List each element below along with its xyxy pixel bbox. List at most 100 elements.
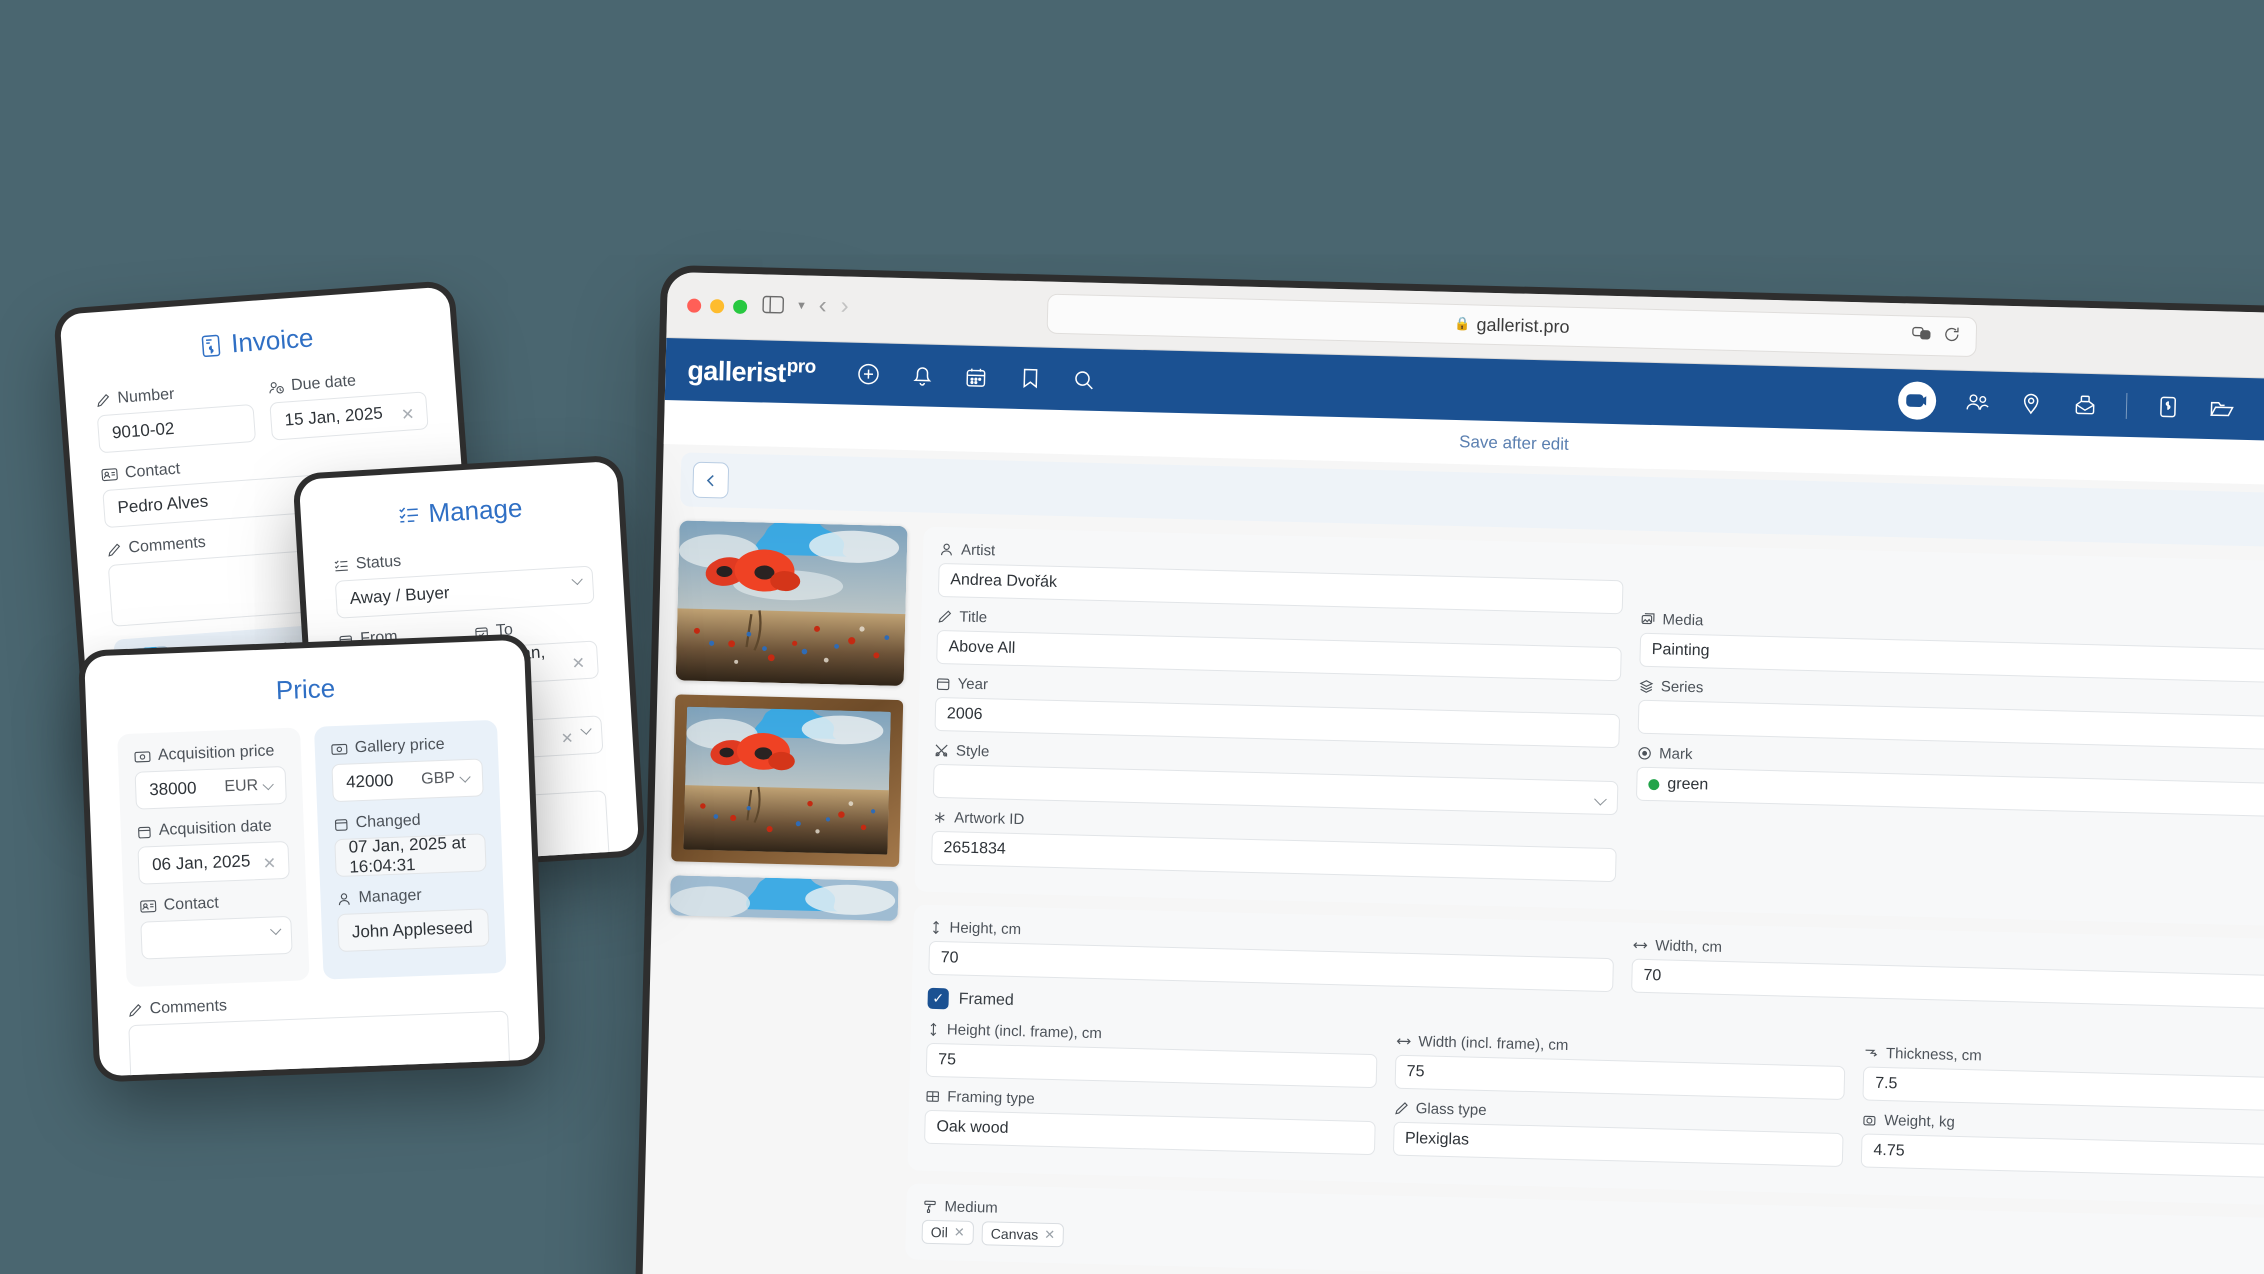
price-card-title: Price: [115, 667, 496, 713]
currency-label: GBP: [420, 769, 456, 788]
label-manage-to: To: [474, 616, 597, 641]
medium-tag[interactable]: Canvas ✕: [981, 1221, 1065, 1248]
calendar-icon[interactable]: [963, 364, 990, 391]
invoice-card-title: Invoice: [91, 314, 422, 369]
input-acquisition-date[interactable]: 06 Jan, 2025 ✕: [137, 840, 290, 885]
invoice-icon: [201, 334, 221, 357]
label-height-frame-text: Height (incl. frame), cm: [946, 1021, 1103, 1043]
browser-window: ▾ ‹ › 🔒 gallerist.pro galleristpro Save …: [640, 272, 2264, 1274]
input-title-value: Above All: [948, 638, 1016, 657]
clear-icon[interactable]: ✕: [262, 853, 276, 873]
close-window-button[interactable]: [686, 298, 702, 313]
input-width-frame[interactable]: 75: [1394, 1054, 1846, 1101]
chevron-down-icon[interactable]: [571, 573, 583, 586]
input-glass-type[interactable]: Plexiglas: [1392, 1121, 1844, 1168]
checklist-icon: [334, 560, 348, 572]
thickness-icon: [1865, 1049, 1878, 1057]
poppy-painting-partial: [669, 875, 899, 921]
input-price-contact[interactable]: [140, 915, 293, 960]
chevron-down-icon[interactable]: [270, 923, 282, 936]
address-bar-url: gallerist.pro: [1476, 313, 1570, 337]
field-price-manager: Manager John Appleseed: [336, 884, 490, 953]
medium-tag[interactable]: Oil ✕: [921, 1219, 975, 1246]
clear-icon[interactable]: ✕: [400, 404, 416, 425]
browser-controls: ▾ ‹ ›: [762, 292, 849, 320]
style-icon: [935, 744, 948, 757]
browser-back-button[interactable]: ‹: [818, 292, 827, 319]
field-mark: Mark green: [1635, 745, 2264, 818]
checkbox-framed-label: Framed: [958, 990, 1015, 1009]
field-price-gallery-price: Gallery price 42000 GBP: [330, 734, 484, 803]
contact-chevron[interactable]: [270, 923, 282, 936]
reload-icon[interactable]: [1944, 326, 1961, 347]
calendar-check-icon: [475, 626, 489, 639]
label-price-comments-text: Comments: [149, 997, 228, 1018]
input-invoice-due-date[interactable]: 15 Jan, 2025 ✕: [269, 391, 429, 441]
address-bar[interactable]: 🔒 gallerist.pro: [1046, 293, 1978, 358]
maximize-window-button[interactable]: [732, 299, 748, 315]
price-gallery-group: Gallery price 42000 GBP Changed 07 Jan, …: [313, 719, 507, 980]
document-icon[interactable]: [2155, 394, 2182, 421]
clear-icon[interactable]: ✕: [571, 653, 586, 674]
input-height-frame[interactable]: 75: [925, 1042, 1378, 1089]
pencil-icon: [1394, 1102, 1408, 1115]
minimize-window-button[interactable]: [709, 299, 725, 314]
artwork-icon[interactable]: [1897, 381, 1937, 421]
browser-forward-button[interactable]: ›: [840, 292, 849, 319]
input-height-value: 70: [940, 949, 959, 967]
location-icon[interactable]: [2018, 390, 2045, 417]
extension-icon[interactable]: [1912, 325, 1933, 346]
input-price-changed-value: 07 Jan, 2025 at 16:04:31: [348, 833, 467, 877]
input-manage-status[interactable]: Away / Buyer: [334, 565, 595, 619]
field-year: Year 2006: [934, 675, 1621, 749]
input-weight[interactable]: 4.75: [1861, 1133, 2264, 1179]
artwork-image-third[interactable]: [669, 875, 899, 921]
artwork-image-framed[interactable]: [671, 694, 904, 867]
input-acquisition-date-value: 06 Jan, 2025: [151, 851, 251, 875]
bookmark-icon[interactable]: [1017, 365, 1044, 392]
chevron-down-icon[interactable]: ▾: [798, 297, 805, 313]
bell-icon[interactable]: [909, 362, 936, 389]
currency-selector[interactable]: GBP: [420, 769, 471, 789]
input-invoice-number[interactable]: 9010-02: [96, 403, 257, 454]
search-icon[interactable]: [1071, 366, 1098, 393]
input-acquisition-price-value: 38000: [148, 778, 197, 800]
remove-tag-icon[interactable]: ✕: [1044, 1227, 1055, 1243]
width-icon: [1633, 942, 1648, 949]
poppy-painting: [675, 520, 908, 687]
remove-tag-icon[interactable]: ✕: [954, 1225, 965, 1241]
label-media-text: Media: [1662, 611, 1704, 630]
input-thickness[interactable]: 7.5: [1862, 1066, 2264, 1112]
app-logo[interactable]: galleristpro: [687, 353, 816, 389]
label-acquisition-date-text: Acquisition date: [158, 817, 273, 839]
input-framing-type[interactable]: Oak wood: [924, 1109, 1376, 1156]
chevron-down-icon[interactable]: [459, 770, 471, 783]
input-price-gallery-price[interactable]: 42000 GBP: [331, 758, 484, 803]
input-framing-type-value: Oak wood: [936, 1118, 1009, 1137]
checkbox-framed-box[interactable]: ✓: [927, 987, 949, 1010]
contacts-icon[interactable]: [1964, 389, 1991, 416]
back-button[interactable]: [692, 461, 730, 499]
chevron-down-icon[interactable]: [580, 723, 592, 735]
input-price-comments[interactable]: [128, 1010, 511, 1077]
plus-circle-icon[interactable]: [855, 361, 882, 388]
label-artist-text: Artist: [960, 541, 996, 560]
input-year-value: 2006: [946, 705, 983, 724]
calendar-icon: [138, 826, 151, 838]
folder-icon[interactable]: [2209, 395, 2236, 422]
input-weight-value: 4.75: [1873, 1141, 1905, 1160]
inbox-icon[interactable]: [2072, 392, 2099, 419]
input-thickness-value: 7.5: [1874, 1074, 1898, 1093]
pencil-icon: [938, 610, 952, 623]
artwork-image-unframed[interactable]: [675, 520, 908, 687]
nav-section-links: [1897, 381, 2264, 430]
clear-icon[interactable]: ✕: [560, 729, 574, 748]
label-price-gallery-price-text: Gallery price: [354, 735, 445, 757]
status-chevron[interactable]: [571, 573, 583, 586]
mark-color-dot: [1648, 778, 1660, 790]
chevron-down-icon[interactable]: [262, 778, 274, 790]
currency-selector[interactable]: EUR: [224, 776, 274, 796]
input-acquisition-price[interactable]: 38000 EUR: [134, 765, 287, 810]
label-acquisition-date: Acquisition date: [137, 817, 289, 841]
sidebar-icon[interactable]: [762, 295, 785, 314]
